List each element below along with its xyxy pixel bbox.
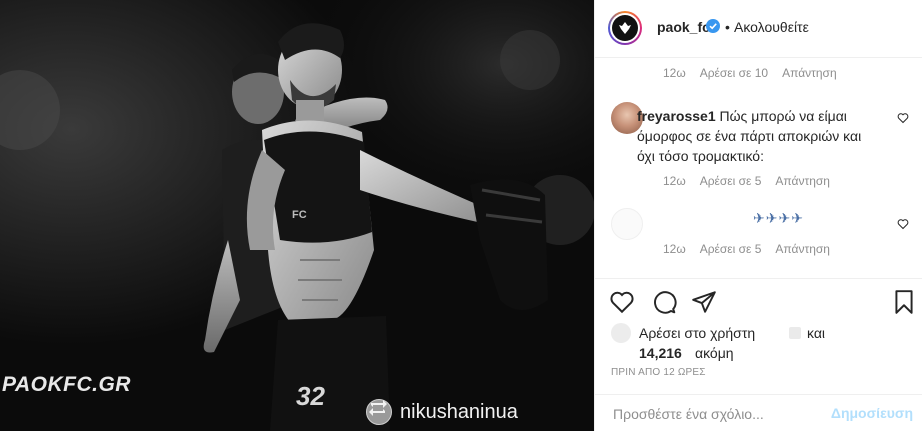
photo-illustration: FC 32 (0, 0, 594, 431)
post-timestamp[interactable]: ΠΡΙΝ ΑΠΟ 12 ΩΡΕΣ (611, 367, 706, 378)
post-photo[interactable]: FC 32 PAOKFC.GR nikushaninua (0, 0, 594, 431)
post-header: paok_fc • Ακολουθείτε (595, 0, 922, 58)
following-button[interactable]: Ακολουθείτε (734, 19, 809, 35)
post-comment-button[interactable]: Δημοσίευση (831, 405, 913, 421)
liked-by-user-placeholder[interactable] (789, 327, 801, 339)
profile-avatar[interactable] (608, 11, 642, 45)
photo-watermark: PAOKFC.GR (2, 373, 131, 396)
repost-username: nikushaninua (400, 400, 518, 423)
comment-meta: 12ω Αρέσει σε 10 Απάντηση (663, 66, 837, 80)
verified-badge-icon (706, 19, 720, 33)
comment-likes[interactable]: Αρέσει σε 5 (700, 242, 762, 256)
shirt-text: FC (292, 209, 307, 221)
comment-emoji-body: ✈✈✈✈ (753, 210, 804, 226)
header-username[interactable]: paok_fc (657, 19, 710, 35)
comment-meta: 12ω Αρέσει σε 5 Απάντηση (663, 242, 830, 256)
comment-likes[interactable]: Αρέσει σε 10 (700, 66, 768, 80)
add-comment-bar: Δημοσίευση (595, 394, 922, 431)
comment-time: 12ω (663, 174, 686, 188)
reply-button[interactable]: Απάντηση (775, 242, 830, 256)
comment-likes[interactable]: Αρέσει σε 5 (700, 174, 762, 188)
comment-bubble-icon[interactable] (651, 289, 677, 315)
like-heart-icon[interactable] (609, 289, 635, 315)
comment-text: freyarosse1 Πώς μπορώ να είμαι όμορφος σ… (637, 106, 867, 166)
comment-username[interactable]: freyarosse1 (637, 108, 716, 124)
instagram-post-modal: FC 32 PAOKFC.GR nikushaninua paok_fc • Α… (0, 0, 922, 431)
comment-time: 12ω (663, 242, 686, 256)
avatar-ring-inner (610, 13, 640, 43)
jersey-number: 32 (296, 381, 325, 411)
share-paper-plane-icon[interactable] (691, 289, 717, 315)
likes-count[interactable]: 14,216 (639, 345, 682, 361)
post-side-panel: paok_fc • Ακολουθείτε 12ω Αρέσει σε 10 Α… (594, 0, 922, 431)
likes-more[interactable]: ακόμη (695, 345, 734, 361)
comment-input[interactable] (611, 403, 825, 425)
repost-credit: nikushaninua (366, 396, 518, 428)
comments-list: 12ω Αρέσει σε 10 Απάντηση freyarosse1 Πώ… (595, 58, 922, 278)
post-actions: Αρέσει στο χρήστη και 14,216 ακόμη ΠΡΙΝ … (595, 278, 922, 384)
comment-time: 12ω (663, 66, 686, 80)
comment-like-heart-icon[interactable] (897, 112, 909, 124)
save-bookmark-icon[interactable] (891, 289, 917, 315)
eagle-icon (619, 22, 631, 34)
paok-logo-icon (612, 15, 638, 41)
repost-icon (369, 400, 387, 416)
liked-by-and: και (807, 325, 826, 341)
comment-meta: 12ω Αρέσει σε 5 Απάντηση (663, 174, 830, 188)
reply-button[interactable]: Απάντηση (775, 174, 830, 188)
liked-by-prefix: Αρέσει στο χρήστη (639, 325, 756, 341)
reply-button[interactable]: Απάντηση (782, 66, 837, 80)
header-separator: • (725, 19, 730, 35)
liked-by-avatar[interactable] (611, 323, 631, 343)
comment-like-heart-icon[interactable] (897, 218, 909, 230)
comment-avatar[interactable] (611, 208, 643, 240)
